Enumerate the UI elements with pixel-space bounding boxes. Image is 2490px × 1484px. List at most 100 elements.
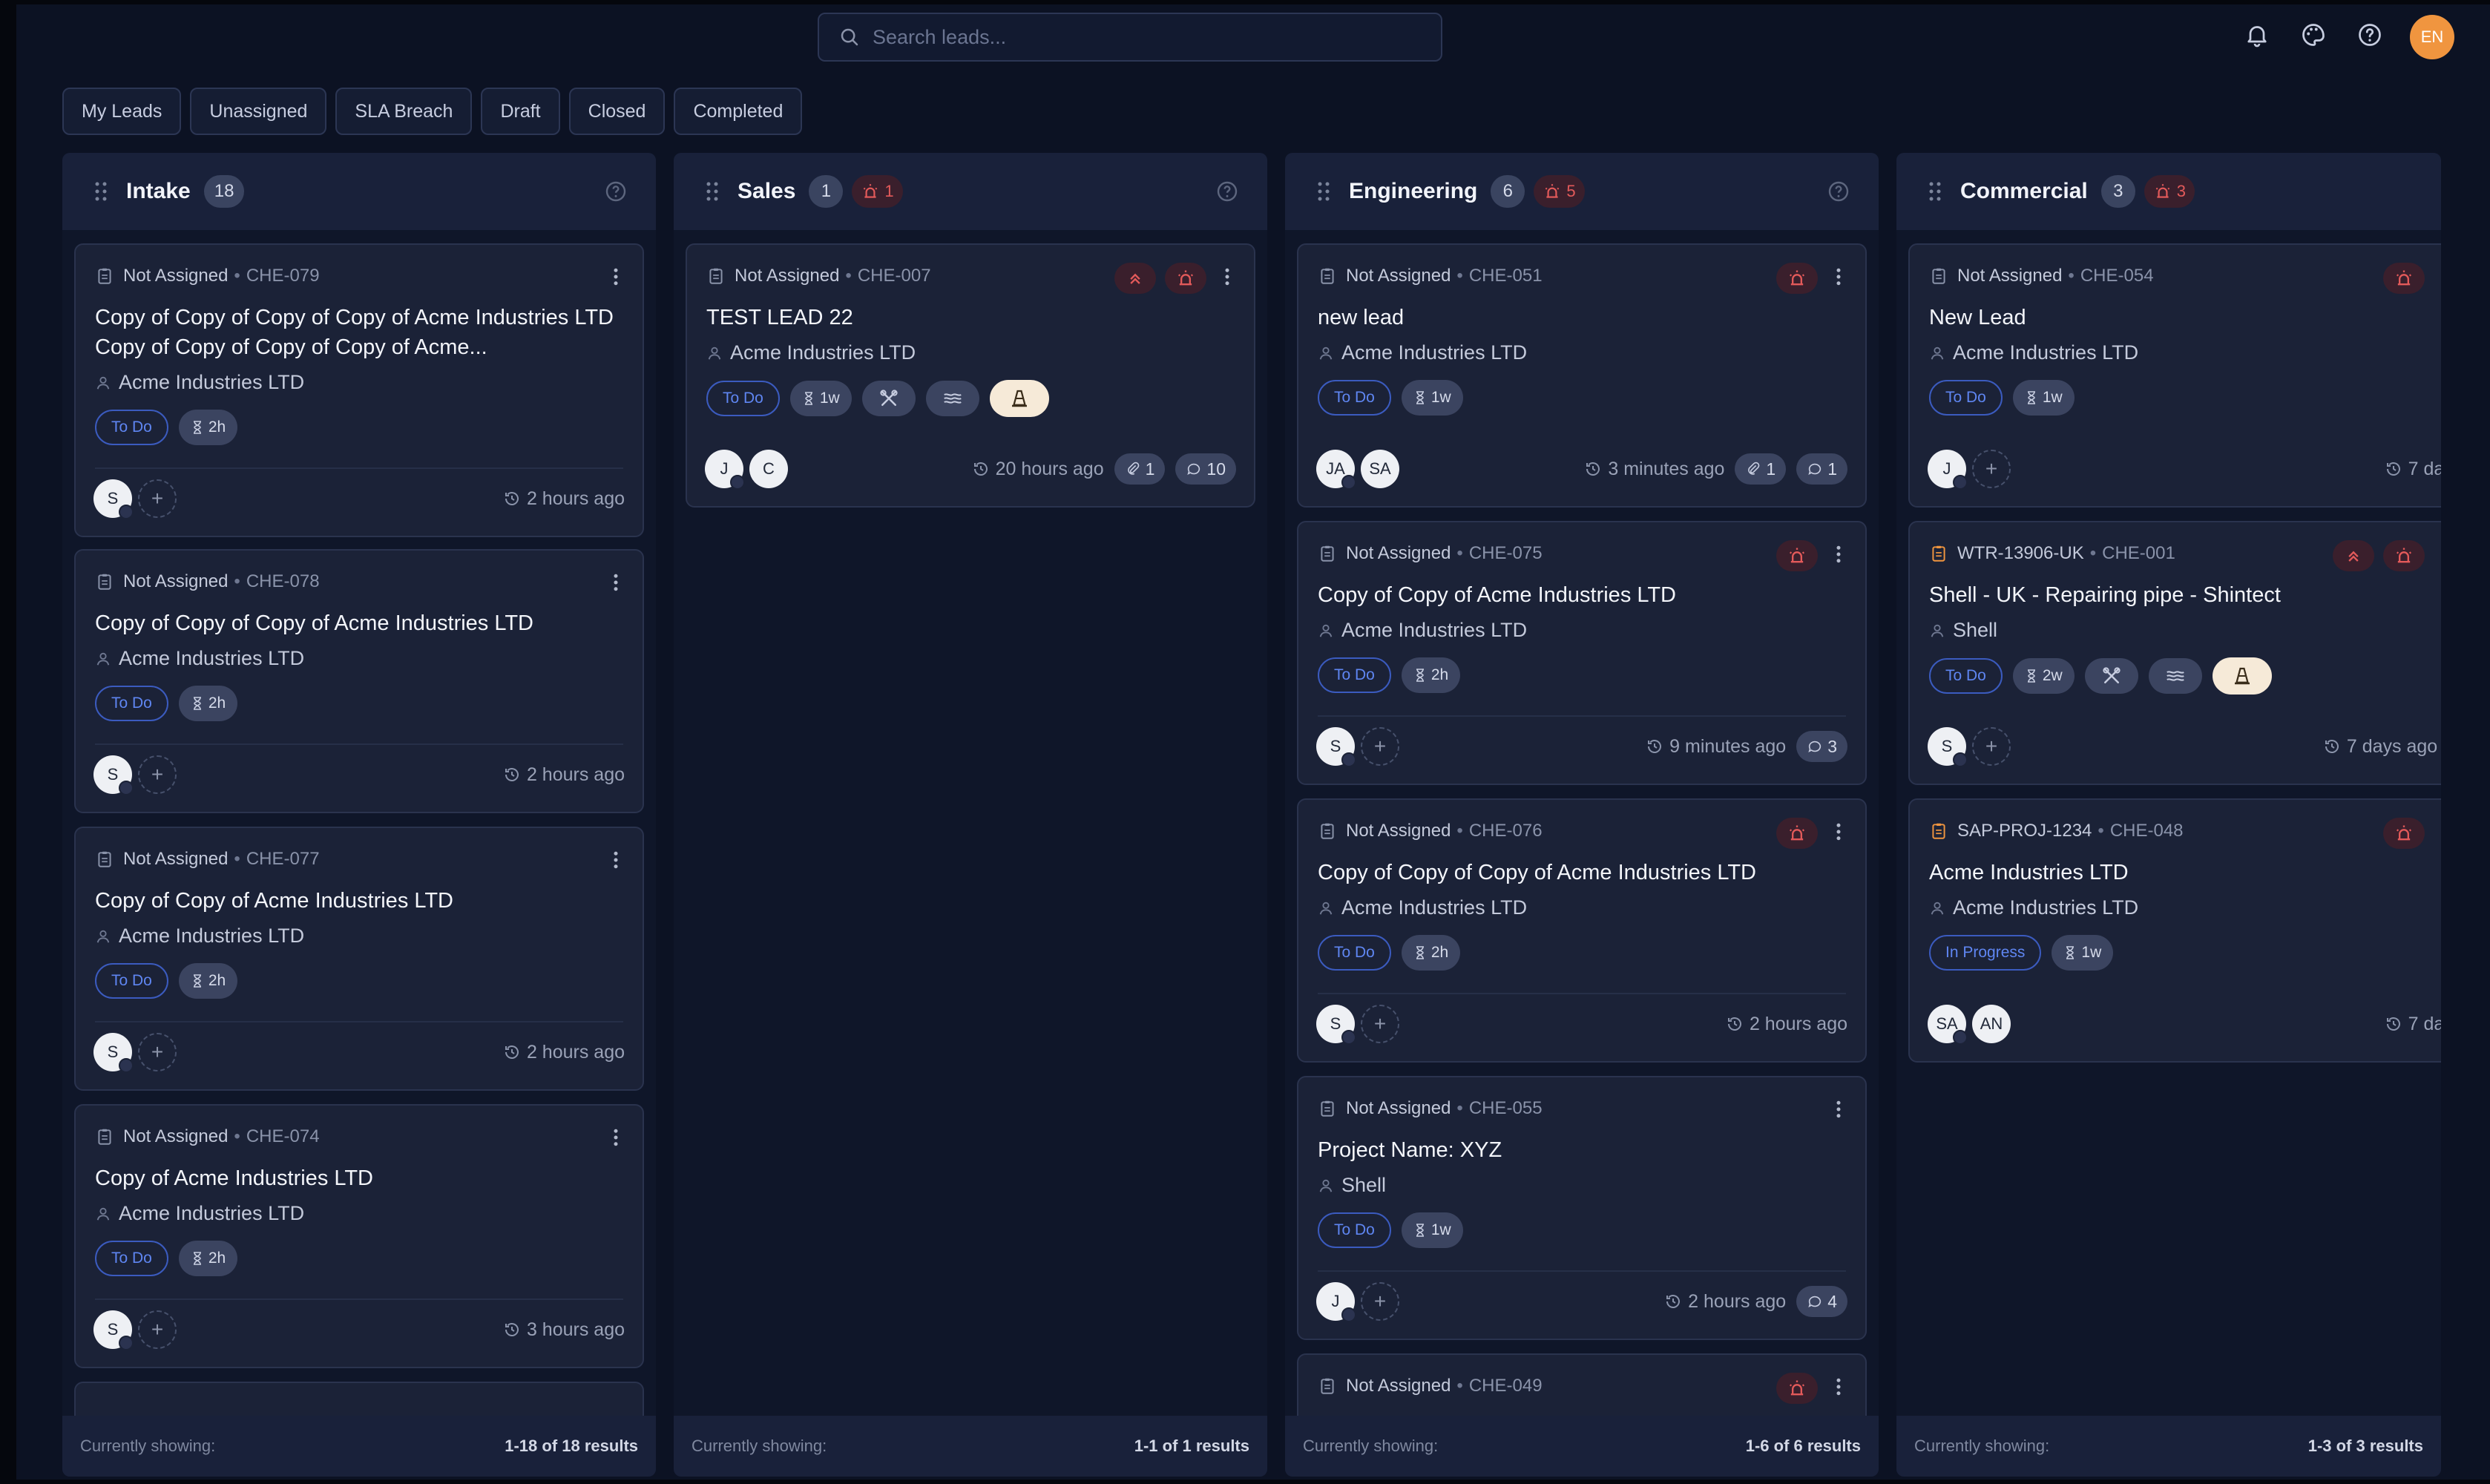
comments-count[interactable]: 3: [1796, 731, 1847, 762]
lead-card[interactable]: Not Assigned • CHE-078 Copy of Copy of Cop…: [74, 549, 644, 813]
status-tag[interactable]: In Progress: [1929, 935, 2042, 971]
clipboard-icon: [1932, 545, 1945, 562]
lead-card[interactable]: Not Assigned • CHE-077 Copy of Copy of Acm…: [74, 827, 644, 1091]
add-assignee-button[interactable]: +: [1972, 450, 2011, 488]
lead-card[interactable]: WTR-13906-UK • CHE-001 Shell - UK - Repair…: [1908, 521, 2441, 785]
company-name: Acme Industries LTD: [1341, 341, 1528, 364]
lead-card[interactable]: Not Assigned • CHE-055 Project Name: XYZ S…: [1297, 1076, 1867, 1340]
help-icon[interactable]: [2355, 20, 2385, 50]
company-name: Acme Industries LTD: [1341, 619, 1528, 641]
add-assignee-button[interactable]: +: [1361, 727, 1399, 766]
priority-high-icon: [1114, 263, 1156, 294]
status-tag[interactable]: To Do: [1318, 1212, 1391, 1248]
add-assignee-button[interactable]: +: [1361, 1282, 1399, 1321]
filter-completed[interactable]: Completed: [674, 88, 803, 135]
assignee-avatar[interactable]: J: [1316, 1282, 1356, 1322]
attachments-count[interactable]: 1: [1114, 453, 1166, 485]
assignee-avatar[interactable]: SA: [1928, 1005, 1968, 1045]
assignee-avatar[interactable]: S: [93, 1310, 134, 1350]
status-tag[interactable]: To Do: [95, 963, 168, 999]
status-tag[interactable]: To Do: [95, 410, 168, 445]
column-header: Commercial 3 3: [1896, 153, 2441, 230]
lead-code: CHE-075: [1468, 543, 1543, 563]
filter-my-leads[interactable]: My Leads: [62, 88, 182, 135]
assignee-avatar[interactable]: JA: [1316, 450, 1356, 490]
assignee-avatar[interactable]: J: [705, 450, 745, 490]
lead-card[interactable]: SAP-PROJ-1234 • CHE-048 Acme Industries LT…: [1908, 798, 2441, 1063]
add-assignee-button[interactable]: +: [138, 1310, 177, 1349]
add-assignee-button[interactable]: +: [138, 479, 177, 518]
lead-card[interactable]: Not Assigned • CHE-076 Copy of Copy of Cop…: [1297, 798, 1867, 1063]
assignee-avatar[interactable]: J: [1928, 450, 1968, 490]
more-options-icon[interactable]: [607, 849, 625, 871]
comments-count[interactable]: 4: [1796, 1286, 1847, 1317]
status-tag[interactable]: To Do: [706, 381, 780, 416]
column-help-icon[interactable]: [604, 180, 628, 203]
history-icon: [1648, 740, 1662, 753]
comment-icon: [1808, 1296, 1821, 1308]
status-tag[interactable]: To Do: [1318, 935, 1391, 971]
status-tag[interactable]: To Do: [95, 686, 168, 721]
more-options-icon[interactable]: [607, 266, 625, 288]
assignee-avatar[interactable]: S: [1928, 727, 1968, 767]
lead-card[interactable]: Not Assigned • CHE-051 new lead Acme Indus…: [1297, 243, 1867, 508]
clipboard-icon: [98, 851, 111, 867]
assignee-avatar[interactable]: S: [1316, 1005, 1356, 1045]
status-tag[interactable]: To Do: [1318, 380, 1391, 416]
assignee-avatar[interactable]: S: [93, 1033, 134, 1073]
filter-unassigned[interactable]: Unassigned: [190, 88, 327, 135]
user-icon: [708, 347, 721, 359]
assignee-avatar[interactable]: S: [93, 479, 134, 519]
assignee-avatar[interactable]: AN: [1972, 1005, 2011, 1043]
add-assignee-button[interactable]: +: [1972, 727, 2011, 766]
search-input[interactable]: [873, 25, 1436, 49]
attachments-count[interactable]: 1: [1735, 453, 1787, 485]
drag-handle-icon[interactable]: [1315, 180, 1333, 203]
more-options-icon[interactable]: [1830, 1098, 1847, 1120]
bell-icon[interactable]: [2242, 20, 2272, 50]
assignee-avatar[interactable]: S: [1316, 727, 1356, 767]
lead-card[interactable]: Not Assigned • CHE-074 Copy of Acme Indust…: [74, 1104, 644, 1368]
status-tag[interactable]: To Do: [1318, 657, 1391, 693]
add-assignee-button[interactable]: +: [138, 1033, 177, 1071]
siren-icon: [2383, 263, 2425, 294]
more-options-icon[interactable]: [1830, 821, 1847, 843]
add-assignee-button[interactable]: +: [138, 755, 177, 794]
history-icon: [1666, 1295, 1681, 1308]
more-options-icon[interactable]: [607, 1126, 625, 1149]
more-options-icon[interactable]: [607, 571, 625, 594]
filter-closed[interactable]: Closed: [568, 88, 666, 135]
comments-count[interactable]: 1: [1796, 453, 1847, 485]
search-bar[interactable]: [818, 13, 1442, 62]
more-options-icon[interactable]: [1830, 1376, 1847, 1398]
assignee-avatar[interactable]: S: [93, 755, 134, 795]
status-tag[interactable]: To Do: [1929, 658, 2003, 694]
column-help-icon[interactable]: [1827, 180, 1850, 203]
status-tag[interactable]: To Do: [1929, 380, 2003, 416]
filter-sla-breach[interactable]: SLA Breach: [335, 88, 473, 135]
user-avatar[interactable]: EN: [2410, 15, 2454, 59]
add-assignee-button[interactable]: +: [1361, 1005, 1399, 1043]
company-name: Acme Industries LTD: [119, 925, 305, 947]
drag-handle-icon[interactable]: [1926, 180, 1944, 203]
updated-time: 3 minutes ago: [1608, 458, 1725, 479]
duration-tag: 2h: [178, 963, 238, 999]
drag-handle-icon[interactable]: [703, 180, 721, 203]
more-options-icon[interactable]: [1830, 543, 1847, 565]
column-footer: Currently showing: 1-1 of 1 results: [674, 1416, 1267, 1477]
lead-card[interactable]: Not Assigned • CHE-054 New Lead Acme Indus…: [1908, 243, 2441, 508]
filter-draft[interactable]: Draft: [481, 88, 560, 135]
lead-card[interactable]: Not Assigned • CHE-007 TEST LEAD 22 Acme I…: [686, 243, 1255, 508]
status-tag[interactable]: To Do: [95, 1241, 168, 1276]
lead-card[interactable]: Not Assigned • CHE-075 Copy of Copy of Acm…: [1297, 521, 1867, 785]
column-help-icon[interactable]: [1215, 180, 1239, 203]
lead-card[interactable]: Not Assigned • CHE-079 Copy of Copy of Cop…: [74, 243, 644, 537]
assignee-avatar[interactable]: SA: [1361, 450, 1399, 488]
more-options-icon[interactable]: [1218, 266, 1236, 288]
drag-handle-icon[interactable]: [92, 180, 110, 203]
more-options-icon[interactable]: [1830, 266, 1847, 288]
palette-icon[interactable]: [2299, 20, 2328, 50]
comments-count[interactable]: 10: [1175, 453, 1236, 485]
assignee-avatar[interactable]: C: [749, 450, 788, 488]
duration-tag: 1w: [2052, 935, 2114, 971]
